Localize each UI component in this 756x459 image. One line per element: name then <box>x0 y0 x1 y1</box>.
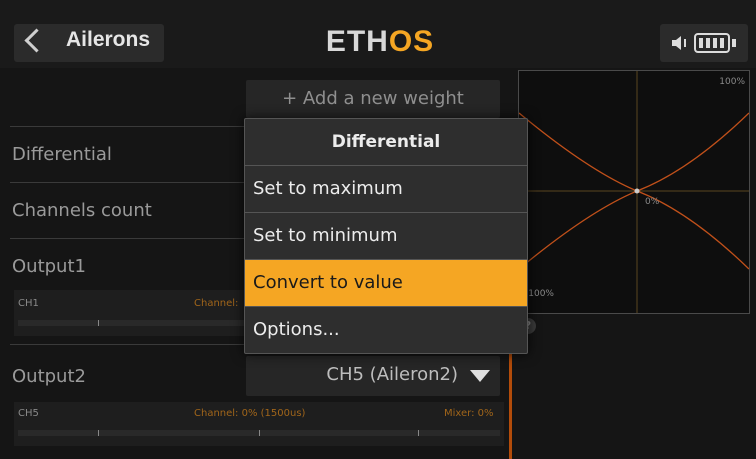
graph-top-label: 100% <box>719 77 745 87</box>
curve-graph: 100% 0% -100% <box>518 70 750 314</box>
header-bar: Ailerons ETHOS <box>0 0 756 68</box>
channel-name: CH5 <box>18 408 39 419</box>
tick <box>259 430 260 436</box>
battery-icon <box>694 33 730 53</box>
menu-item-options[interactable]: Options... <box>245 306 527 353</box>
tick <box>98 320 99 326</box>
channel-value: Channel: <box>194 298 239 309</box>
speaker-icon <box>672 36 686 50</box>
scroll-indicator <box>509 340 512 459</box>
output1-label: Output1 <box>12 256 86 277</box>
menu-item-set-minimum[interactable]: Set to minimum <box>245 212 527 259</box>
status-area[interactable] <box>660 24 748 62</box>
graph-center-label: 0% <box>645 197 660 207</box>
page-title: Ailerons <box>66 28 151 51</box>
screen: Ailerons ETHOS + Add a new weight Differ… <box>0 0 756 459</box>
ethos-logo: ETHOS <box>325 25 435 58</box>
context-menu: Differential Set to maximum Set to minim… <box>244 118 528 354</box>
add-weight-button[interactable]: + Add a new weight <box>246 80 500 118</box>
tick <box>418 430 419 436</box>
battery-tip <box>732 39 736 47</box>
menu-item-set-maximum[interactable]: Set to maximum <box>245 165 527 212</box>
output2-monitor: CH5 Channel: 0% (1500us) Mixer: 0% <box>14 402 504 446</box>
dropdown-arrow-icon <box>470 370 490 382</box>
tick <box>98 430 99 436</box>
channel-name: CH1 <box>18 298 39 309</box>
mixer-value: Mixer: 0% <box>444 408 494 419</box>
channels-count-label: Channels count <box>12 200 152 221</box>
output2-select[interactable]: CH5 (Aileron2) <box>246 356 500 396</box>
channel-value: Channel: 0% (1500us) <box>194 408 306 419</box>
curve-plot <box>519 71 749 313</box>
graph-bottom-label: -100% <box>525 289 554 299</box>
output2-label: Output2 <box>12 366 86 387</box>
output2-value: CH5 (Aileron2) <box>326 364 458 385</box>
differential-label: Differential <box>12 144 112 165</box>
back-button[interactable]: Ailerons <box>14 24 164 62</box>
chevron-left-icon <box>24 28 49 53</box>
menu-item-convert-to-value[interactable]: Convert to value <box>245 259 527 306</box>
menu-title: Differential <box>331 132 441 152</box>
